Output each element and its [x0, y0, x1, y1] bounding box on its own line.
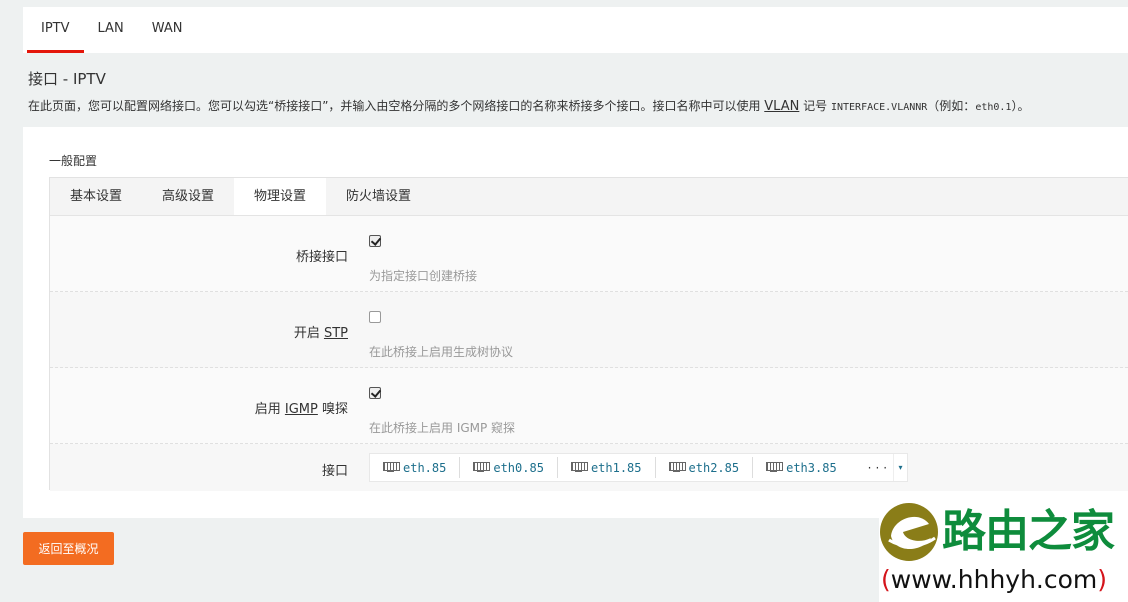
bridge-row: 桥接接口 为指定接口创建桥接	[50, 216, 1128, 292]
interfaces-label: 接口	[321, 464, 348, 479]
stp-label: 开启 STP	[293, 326, 348, 341]
chevron-down-icon[interactable]: ▾	[893, 454, 907, 481]
back-to-overview-button[interactable]: 返回至概况	[23, 532, 114, 565]
interfaces-select[interactable]: eth.85 eth0.85 eth1.85 eth2.85 eth3.85 ·…	[369, 453, 908, 482]
section-legend: 一般配置	[49, 154, 98, 168]
network-port-icon	[473, 462, 491, 473]
bridge-label: 桥接接口	[295, 250, 348, 265]
network-port-icon	[668, 462, 686, 473]
watermark-name: 路由之家	[942, 506, 1115, 557]
settings-panel: 基本设置 高级设置 物理设置 防火墙设置 桥接接口 为指定接口创建桥接 开启 S…	[49, 177, 1128, 491]
stp-hint: 在此桥接上启用生成树协议	[369, 345, 514, 359]
interface-item[interactable]: eth2.85	[656, 457, 754, 478]
network-port-icon	[570, 462, 588, 473]
interface-item[interactable]: eth.85	[370, 457, 461, 478]
subtab-advanced[interactable]: 高级设置	[142, 178, 234, 215]
interface-item[interactable]: eth3.85	[753, 457, 850, 478]
igmp-checkbox[interactable]	[369, 387, 381, 399]
bridge-checkbox[interactable]	[369, 235, 381, 247]
interface-item[interactable]: eth1.85	[558, 457, 656, 478]
bridge-hint: 为指定接口创建桥接	[369, 269, 478, 283]
network-port-icon	[766, 462, 784, 473]
igmp-hint: 在此桥接上启用 IGMP 窥探	[369, 421, 516, 435]
watermark: 路由之家 (www.hhhyh.com)	[879, 500, 1128, 602]
subtab-firewall[interactable]: 防火墙设置	[326, 178, 431, 215]
tab-iptv[interactable]: IPTV	[27, 7, 84, 53]
stp-checkbox[interactable]	[369, 311, 381, 323]
watermark-url: (www.hhhyh.com)	[881, 565, 1108, 594]
stp-row: 开启 STP 在此桥接上启用生成树协议	[50, 292, 1128, 368]
top-tab-bar: IPTV LAN WAN	[23, 7, 1128, 53]
subtab-physical[interactable]: 物理设置	[234, 178, 327, 215]
network-port-icon	[383, 462, 400, 473]
tab-lan[interactable]: LAN	[84, 7, 138, 53]
interface-item[interactable]: eth0.85	[460, 457, 558, 478]
config-card: 一般配置 基本设置 高级设置 物理设置 防火墙设置 桥接接口 为指定接口创建桥接…	[23, 127, 1128, 518]
settings-subtabs: 基本设置 高级设置 物理设置 防火墙设置	[50, 178, 1128, 216]
vlan-link[interactable]: VLAN	[764, 99, 799, 114]
page-description: 在此页面，您可以配置网络接口。您可以勾选“桥接接口”，并输入由空格分隔的多个网络…	[28, 99, 1030, 114]
tab-wan[interactable]: WAN	[138, 7, 197, 53]
igmp-label: 启用 IGMP 嗅探	[254, 402, 348, 417]
interfaces-row: 接口 eth.85 eth0.85 eth1.85 eth2.85 eth3.8…	[50, 444, 1128, 491]
igmp-abbr: IGMP	[284, 402, 318, 417]
igmp-row: 启用 IGMP 嗅探 在此桥接上启用 IGMP 窥探	[50, 368, 1128, 444]
page-title: 接口 - IPTV	[28, 70, 106, 88]
stp-abbr: STP	[323, 326, 348, 341]
router-home-logo-icon	[880, 503, 938, 561]
subtab-basic[interactable]: 基本设置	[50, 178, 142, 215]
more-interfaces-indicator: ···	[867, 460, 892, 475]
